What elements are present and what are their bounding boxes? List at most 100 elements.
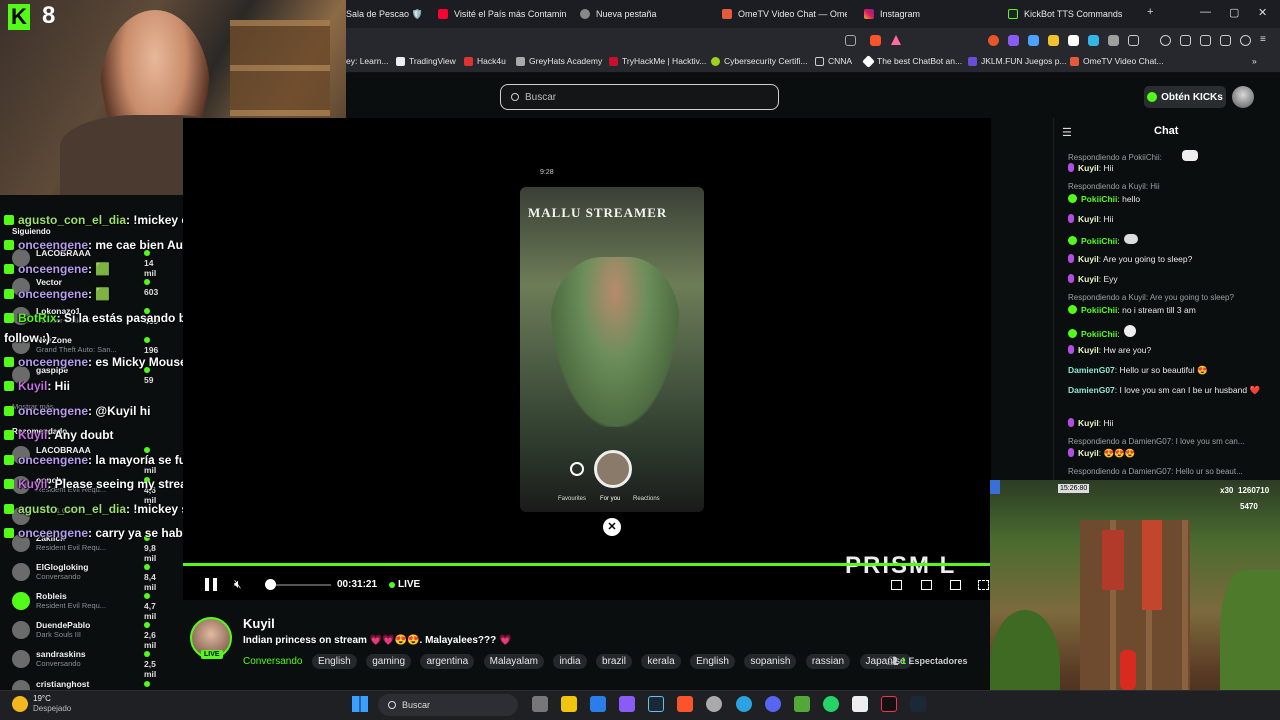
pause-icon[interactable] xyxy=(205,578,217,591)
phone-clock: 9:28 xyxy=(540,169,554,176)
tag[interactable]: india xyxy=(553,654,587,669)
weather-icon[interactable] xyxy=(12,696,28,712)
fullscreen-icon[interactable] xyxy=(978,580,989,590)
bookmark-item[interactable]: TryHackMe | Hacktiv... xyxy=(609,56,706,66)
tab-youtube-video[interactable]: Visité el País más Contaminado xyxy=(438,0,566,28)
channel-name: sandraskins xyxy=(36,649,86,659)
minimize-button[interactable]: — xyxy=(1200,6,1211,18)
sidebar-item-cristianghost[interactable]: cristianghost944 xyxy=(12,679,158,699)
media-icon[interactable] xyxy=(1160,35,1171,46)
more-bookmarks-chevron-icon[interactable]: » xyxy=(1252,56,1257,66)
tab-new-tab[interactable]: Nueva pestaña xyxy=(580,0,700,28)
tab-kickbot[interactable]: KickBot TTS Commands xyxy=(1008,0,1138,28)
volume-handle[interactable] xyxy=(265,579,276,590)
task-view-icon[interactable] xyxy=(532,696,548,712)
extension-icon[interactable] xyxy=(1108,35,1119,46)
sidebar-item-vector[interactable]: Vector 603 xyxy=(12,277,158,297)
sidebar-icon[interactable] xyxy=(1180,35,1191,46)
sidebar-item-elglogloking[interactable]: ElGlogloking Conversando 8,4 mil xyxy=(12,562,156,592)
viewer-count: 8,4 mil xyxy=(144,562,156,592)
vpn-icon[interactable] xyxy=(1240,35,1251,46)
tag[interactable]: kerala xyxy=(641,654,681,669)
overlay-chat-line: Kuyil: Please seeing my stream xyxy=(4,477,197,491)
streamer-name[interactable]: Kuyil xyxy=(243,616,275,631)
maximize-button[interactable]: ▢ xyxy=(1229,6,1239,19)
game-train xyxy=(1102,530,1124,590)
share-icon[interactable] xyxy=(845,35,856,46)
phone-tab: Favourites xyxy=(558,496,587,502)
taskbar-search[interactable]: Buscar xyxy=(378,694,518,716)
steam-icon[interactable] xyxy=(910,696,926,712)
new-tab-button[interactable]: + xyxy=(1147,6,1153,18)
windows-start-icon[interactable] xyxy=(352,696,368,712)
app-icon[interactable] xyxy=(619,696,635,712)
brave-icon[interactable] xyxy=(677,696,693,712)
category-link[interactable]: Conversando xyxy=(243,656,302,667)
bookmark-item[interactable]: OmeTV Video Chat... xyxy=(1070,56,1164,66)
tag[interactable]: English xyxy=(311,654,357,669)
close-window-button[interactable]: ✕ xyxy=(1258,6,1267,19)
search-input[interactable]: Buscar xyxy=(500,84,779,110)
extension-icon[interactable] xyxy=(1048,35,1059,46)
minecraft-icon[interactable] xyxy=(794,696,810,712)
bookmark-item[interactable]: Hack4u xyxy=(464,56,506,66)
extension-icon[interactable] xyxy=(1088,35,1099,46)
brave-shields-icon[interactable] xyxy=(870,35,881,46)
bookmark-item[interactable]: Cybersecurity Certifi... xyxy=(711,56,808,66)
picture-in-picture-icon[interactable] xyxy=(921,580,932,590)
extension-icon[interactable] xyxy=(1008,35,1019,46)
bookmark-item[interactable]: ey: Learn... xyxy=(346,56,389,66)
settings-icon[interactable] xyxy=(950,580,961,590)
tab-instagram[interactable]: Instagram xyxy=(864,0,984,28)
file-explorer-icon[interactable] xyxy=(561,696,577,712)
bookmark-item[interactable]: The best ChatBot an... xyxy=(862,54,962,68)
tab-search-icon[interactable] xyxy=(1200,35,1211,46)
bookmark-folder[interactable]: CNNA xyxy=(815,56,852,66)
app-icon[interactable] xyxy=(590,696,606,712)
tab-sala-de-pescao[interactable]: Sala de Pescao 🛡️ xyxy=(346,0,436,28)
discord-icon[interactable] xyxy=(765,696,781,712)
progress-bar[interactable] xyxy=(183,563,991,566)
sidebar-item-robleis[interactable]: Robleis Resident Evil Requ... 4,7 mil xyxy=(12,591,156,621)
tab-label: Sala de Pescao 🛡️ xyxy=(346,8,423,19)
tag[interactable]: rassian xyxy=(805,654,851,669)
tiktok-icon[interactable] xyxy=(881,696,897,712)
extension-icon[interactable] xyxy=(988,35,999,46)
chat-badge-icon xyxy=(4,504,14,514)
tag[interactable]: brazil xyxy=(596,654,632,669)
steam-icon[interactable] xyxy=(648,696,664,712)
volume-slider[interactable] xyxy=(271,584,331,586)
telegram-icon[interactable] xyxy=(736,696,752,712)
brave-rewards-icon[interactable] xyxy=(891,35,901,45)
chat-badge-icon xyxy=(4,313,14,323)
downloads-icon[interactable] xyxy=(1220,35,1231,46)
mute-icon[interactable]: 🔇︎ xyxy=(234,578,248,591)
tab-ometv[interactable]: OmeTV Video Chat — Omegle xyxy=(722,0,847,28)
sidebar-item-sandraskins[interactable]: sandraskins Conversando 2,5 mil xyxy=(12,649,156,679)
channel-category: Conversando xyxy=(36,572,81,581)
close-icon[interactable]: ✕ xyxy=(603,518,621,536)
extension-icon[interactable] xyxy=(1128,35,1139,46)
extension-icon[interactable] xyxy=(1028,35,1039,46)
get-kicks-button[interactable]: Obtén KICKs xyxy=(1144,86,1226,108)
extension-icon[interactable] xyxy=(1068,35,1079,46)
app-icon[interactable] xyxy=(852,696,868,712)
sidebar-item-duendepablo[interactable]: DuendePablo Dark Souls III 2,6 mil xyxy=(12,620,156,650)
whatsapp-icon[interactable] xyxy=(823,696,839,712)
menu-icon[interactable]: ≡ xyxy=(1260,35,1271,46)
user-avatar[interactable] xyxy=(1232,86,1254,108)
tag[interactable]: gaming xyxy=(366,654,412,669)
bookmark-item[interactable]: JKLM.FUN Juegos p... xyxy=(968,56,1067,66)
tag[interactable]: sopanish xyxy=(744,654,797,669)
collapse-chat-icon[interactable]: ☰ xyxy=(1062,126,1072,139)
live-badge: LIVE xyxy=(201,650,223,659)
tag[interactable]: English xyxy=(690,654,735,669)
bookmark-item[interactable]: TradingView xyxy=(396,56,456,66)
tag[interactable]: argentina xyxy=(420,654,475,669)
phone-person xyxy=(550,257,680,427)
bookmark-item[interactable]: GreyHats Academy xyxy=(516,56,602,66)
tag[interactable]: Malayalam xyxy=(483,654,544,669)
theater-mode-icon[interactable] xyxy=(891,580,902,590)
weather-text: Despejado xyxy=(33,704,72,713)
app-icon[interactable] xyxy=(706,696,722,712)
